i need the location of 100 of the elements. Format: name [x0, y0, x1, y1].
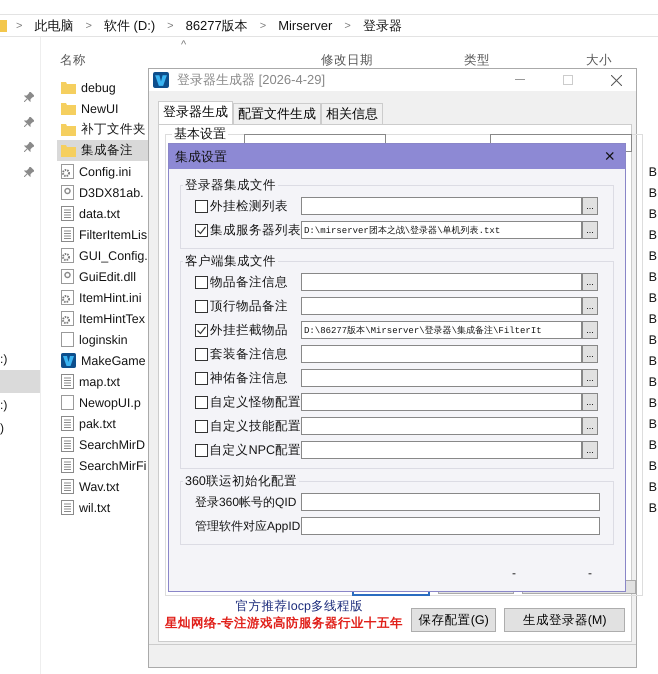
file-path-field[interactable]	[301, 273, 582, 291]
checkbox[interactable]: 自定义NPC配置	[195, 442, 301, 458]
file-path-field[interactable]	[301, 197, 582, 215]
file-size: B	[648, 416, 658, 430]
checkbox[interactable]: 外挂拦截物品	[195, 322, 301, 338]
pin-icon[interactable]	[24, 142, 34, 152]
file-size: B	[648, 290, 658, 304]
file-item[interactable]: 补丁文件夹	[57, 119, 152, 140]
checkbox[interactable]: 神佑备注信息	[195, 370, 301, 386]
file-name: debug	[81, 80, 116, 94]
file-size: B	[648, 312, 658, 326]
file-size: B	[648, 374, 658, 388]
browse-button[interactable]: ...	[582, 441, 598, 459]
file-item[interactable]: wil.txt	[57, 497, 152, 518]
checkbox[interactable]: 自定义怪物配置	[195, 394, 301, 410]
checkbox[interactable]: 外挂检测列表	[195, 198, 301, 214]
file-name: Config.ini	[79, 164, 132, 178]
file-item[interactable]: pak.txt	[57, 413, 152, 434]
file-item[interactable]: SearchMirD	[57, 434, 152, 455]
field-label: 登录360帐号的QID	[195, 494, 298, 510]
file-size: B	[648, 480, 658, 494]
file-item[interactable]: loginskin	[57, 329, 152, 350]
file-item[interactable]: NewopUI.p	[57, 392, 152, 413]
browse-button[interactable]: ...	[582, 393, 598, 411]
file-path-field[interactable]	[301, 345, 582, 363]
file-item[interactable]: ItemHint.ini	[57, 287, 152, 308]
file-name: GuiEdit.dll	[79, 270, 136, 284]
column-header[interactable]: 修改日期	[321, 52, 373, 69]
file-item[interactable]: GuiEdit.dll	[57, 266, 152, 287]
checkbox[interactable]: 自定义技能配置	[195, 418, 301, 434]
nav-item[interactable]: :)	[0, 352, 8, 366]
file-path-field[interactable]	[301, 417, 582, 435]
column-header[interactable]: 类型	[464, 52, 490, 69]
input-field[interactable]	[301, 517, 600, 535]
file-path-field[interactable]	[301, 441, 582, 459]
file-item[interactable]: FilterItemLis	[57, 224, 152, 245]
minimize-icon[interactable]	[515, 79, 525, 81]
pin-icon[interactable]	[24, 116, 34, 126]
nav-item[interactable]: :)	[0, 398, 8, 412]
close-button[interactable]: ×	[604, 146, 615, 167]
generate-button[interactable]: 生成登录器(M)	[504, 608, 625, 632]
file-path-field[interactable]	[301, 393, 582, 411]
checkbox[interactable]: 物品备注信息	[195, 274, 301, 290]
browse-button[interactable]: ...	[582, 321, 598, 339]
browse-button[interactable]: ...	[582, 345, 598, 363]
breadcrumb-separator: >	[167, 20, 174, 32]
save-button[interactable]: 保存配置(G)	[411, 608, 496, 632]
checkbox[interactable]: 集成服务器列表	[195, 222, 301, 238]
text-file-icon	[61, 227, 74, 242]
browse-button[interactable]: ...	[582, 197, 598, 215]
column-header[interactable]: 名称	[60, 52, 86, 69]
file-name: NewUI	[81, 102, 119, 116]
file-item[interactable]: MakeGame	[57, 350, 152, 371]
pin-icon[interactable]	[24, 92, 34, 102]
file-path-field[interactable]: D:\86277版本\Mirserver\登录器\集成备注\FilterIt	[301, 321, 582, 339]
text-file-icon	[61, 458, 74, 473]
nav-item[interactable]: )	[0, 420, 4, 434]
checkbox[interactable]: 套装备注信息	[195, 346, 301, 362]
text-file-icon	[61, 500, 74, 515]
file-item[interactable]: Config.ini	[57, 161, 152, 182]
breadcrumb-item[interactable]: 此电脑	[34, 16, 74, 34]
browse-button[interactable]: ...	[582, 369, 598, 387]
file-name: FilterItemLis	[79, 228, 148, 242]
browse-button[interactable]: ...	[582, 417, 598, 435]
file-item[interactable]: Wav.txt	[57, 476, 152, 497]
file-size: B	[648, 270, 658, 284]
folder-icon	[61, 123, 76, 136]
tab[interactable]: 配置文件生成	[233, 103, 321, 124]
file-item[interactable]: D3DX81ab.	[57, 182, 152, 203]
breadcrumb-item[interactable]: 86277版本	[186, 16, 248, 34]
file-item[interactable]: debug	[57, 77, 152, 98]
tab[interactable]: 相关信息	[321, 103, 383, 124]
file-path-field[interactable]	[301, 297, 582, 315]
file-size: B	[648, 332, 658, 346]
browse-button[interactable]: ...	[582, 273, 598, 291]
pin-icon[interactable]	[24, 166, 34, 176]
input-field[interactable]	[301, 493, 600, 511]
label-fragment: -	[512, 566, 516, 580]
file-size: B	[648, 248, 658, 262]
browse-button[interactable]: ...	[582, 221, 598, 239]
file-path-field[interactable]	[301, 369, 582, 387]
checkbox[interactable]: 顶行物品备注	[195, 298, 301, 314]
file-name: map.txt	[79, 374, 120, 388]
file-item[interactable]: map.txt	[57, 371, 152, 392]
column-header[interactable]: 大小	[586, 52, 612, 69]
file-item[interactable]: NewUI	[57, 98, 152, 119]
browse-button[interactable]: ...	[582, 297, 598, 315]
file-path-field[interactable]: D:\mirserver团本之战\登录器\单机列表.txt	[301, 221, 582, 239]
breadcrumb-item[interactable]: Mirserver	[278, 18, 332, 33]
close-icon[interactable]	[611, 74, 622, 86]
file-size: B	[648, 354, 658, 368]
file-item[interactable]: SearchMirFi	[57, 455, 152, 476]
group-title: 360联运初始化配置	[184, 473, 298, 490]
file-item[interactable]: data.txt	[57, 203, 152, 224]
breadcrumb-item[interactable]: 登录器	[362, 16, 402, 34]
file-item[interactable]: GUI_Config.	[57, 245, 152, 266]
file-item[interactable]: ItemHintTex	[57, 308, 152, 329]
breadcrumb-item[interactable]: 软件 (D:)	[104, 16, 156, 34]
dialog-title: 集成设置	[175, 148, 227, 166]
tab[interactable]: 登录器生成	[158, 101, 233, 124]
